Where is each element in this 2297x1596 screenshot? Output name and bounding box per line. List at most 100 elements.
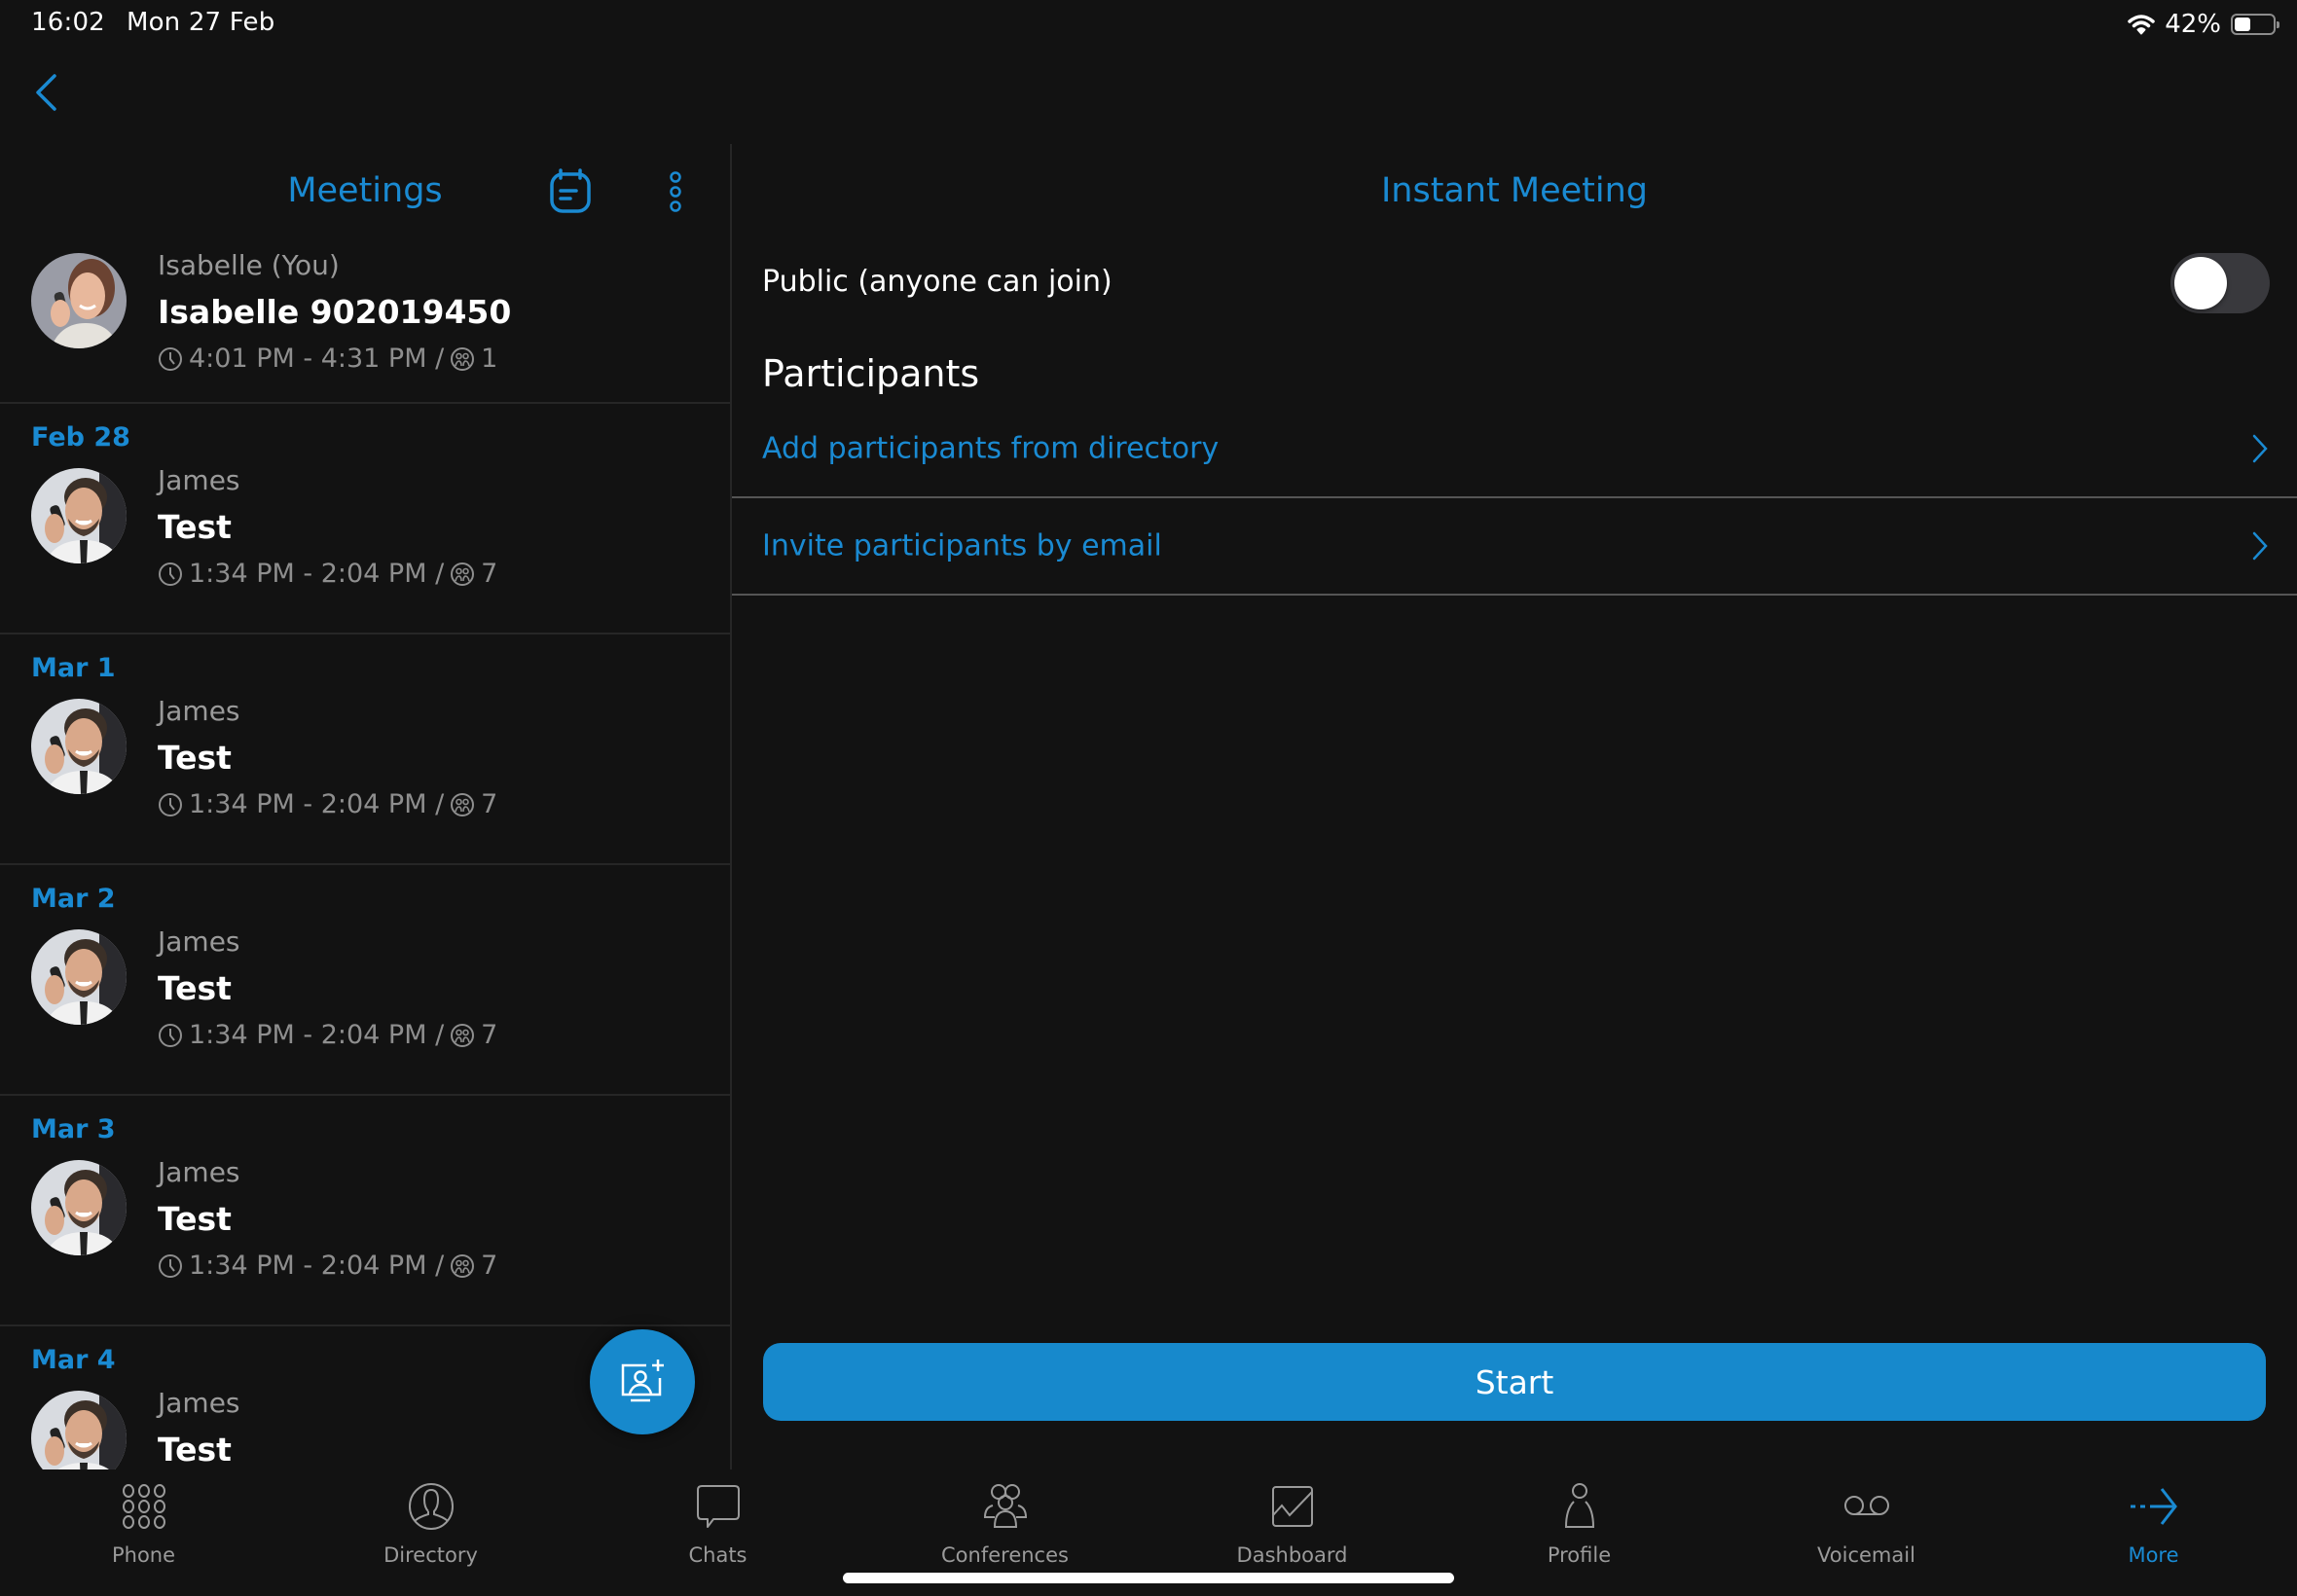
tab-label: Chats xyxy=(688,1543,747,1567)
battery-level xyxy=(2235,18,2250,31)
chat-bubble-icon xyxy=(693,1481,744,1532)
meeting-item-text: Isabelle (You) Isabelle 902019450 4:01 P… xyxy=(158,245,511,380)
participants-header: Participants xyxy=(762,352,980,395)
meeting-item[interactable]: James Test 1:34 PM - 2:04 PM / 7 xyxy=(0,918,730,1096)
avatar-james xyxy=(31,1160,127,1255)
meeting-time: 4:01 PM - 4:31 PM / xyxy=(189,344,445,374)
meeting-item[interactable]: James Test 1:34 PM - 2:04 PM / 7 xyxy=(0,687,730,865)
add-participants-label: Add participants from directory xyxy=(762,431,1220,466)
tab-profile[interactable]: Profile xyxy=(1436,1469,1723,1596)
date-header: Mar 2 xyxy=(31,884,116,914)
new-meeting-fab[interactable] xyxy=(590,1329,695,1434)
instant-meeting-title: Instant Meeting xyxy=(1380,171,1649,210)
tab-chats[interactable]: Chats xyxy=(574,1469,861,1596)
battery-icon xyxy=(2231,14,2279,35)
meeting-meta: 1:34 PM - 2:04 PM / 7 xyxy=(158,554,497,595)
chevron-left-icon xyxy=(36,74,56,111)
meeting-time: 1:34 PM - 2:04 PM / xyxy=(189,1020,445,1050)
meeting-title: Test xyxy=(158,1200,232,1238)
tab-directory[interactable]: Directory xyxy=(287,1469,574,1596)
meetings-title: Meetings xyxy=(287,171,443,210)
meeting-participant-count: 7 xyxy=(481,1020,498,1050)
meeting-group: Mar 3 James Test 1:34 PM - 2:04 PM / 7 xyxy=(0,1096,730,1326)
meeting-owner: James xyxy=(158,925,240,958)
meetings-pane: Meetings Isabelle (You) Isabelle 9020194… xyxy=(0,144,730,1469)
tab-phone[interactable]: Phone xyxy=(0,1469,287,1596)
meeting-meta: 1:34 PM - 2:04 PM / 7 xyxy=(158,784,497,825)
home-indicator[interactable] xyxy=(843,1573,1454,1583)
avatar-james xyxy=(31,468,127,563)
date-header: Feb 28 xyxy=(31,422,130,453)
meeting-time: 1:34 PM - 2:04 PM / xyxy=(189,1251,445,1281)
participants-icon xyxy=(451,1024,475,1047)
meeting-meta: 4:01 PM - 4:31 PM / 1 xyxy=(158,339,511,380)
meeting-meta: 1:34 PM - 2:04 PM / 7 xyxy=(158,1015,497,1056)
invite-email-label: Invite participants by email xyxy=(762,528,1162,563)
back-button[interactable] xyxy=(29,68,68,117)
meeting-time: 1:34 PM - 2:04 PM / xyxy=(189,789,445,819)
meeting-group: Mar 2 James Test 1:34 PM - 2:04 PM / 7 xyxy=(0,865,730,1096)
tab-voicemail[interactable]: Voicemail xyxy=(1723,1469,2010,1596)
add-participants-directory-row[interactable]: Add participants from directory xyxy=(732,401,2297,498)
start-button[interactable]: Start xyxy=(763,1343,2266,1421)
meeting-participant-count: 7 xyxy=(481,1251,498,1281)
wifi-icon xyxy=(2128,15,2155,35)
calendar-icon xyxy=(550,168,591,213)
meeting-item-text: JamesTest1:34 PM - 2:04 PM /7 xyxy=(158,1383,497,1469)
meeting-item-text: James Test 1:34 PM - 2:04 PM / 7 xyxy=(158,1152,497,1287)
status-time: 16:02 xyxy=(31,8,105,37)
toggle-knob xyxy=(2174,257,2227,309)
avatar-james xyxy=(31,699,127,794)
participants-icon xyxy=(451,1254,475,1278)
meeting-participant-count: 7 xyxy=(481,559,498,589)
tab-label: Directory xyxy=(383,1543,478,1567)
pane-divider xyxy=(730,144,732,1469)
status-bar-right: 42% xyxy=(2128,10,2279,39)
meeting-owner: James xyxy=(158,695,240,727)
tab-more[interactable]: More xyxy=(2010,1469,2297,1596)
vertical-dots-icon xyxy=(670,171,681,212)
participants-icon xyxy=(451,347,475,371)
add-video-meeting-icon xyxy=(621,1360,664,1402)
meeting-owner: James xyxy=(158,1387,240,1419)
public-toggle[interactable] xyxy=(2170,253,2270,313)
battery-percent: 42% xyxy=(2165,10,2221,39)
meeting-title: Isabelle 902019450 xyxy=(158,293,512,331)
meeting-owner: James xyxy=(158,464,240,496)
avatar-james xyxy=(31,1391,127,1469)
clock-icon xyxy=(159,1024,182,1047)
public-label: Public (anyone can join) xyxy=(762,265,1112,299)
clock-icon xyxy=(159,793,182,816)
status-bar-left: 16:02 Mon 27 Feb xyxy=(31,8,274,37)
date-header: Mar 1 xyxy=(31,653,116,683)
meeting-item[interactable]: James Test 1:34 PM - 2:04 PM / 7 xyxy=(0,456,730,635)
chevron-right-icon xyxy=(2252,434,2268,463)
more-options-button[interactable] xyxy=(662,167,689,216)
meeting-title: Test xyxy=(158,1431,232,1469)
status-date: Mon 27 Feb xyxy=(126,8,275,37)
meeting-participant-count: 7 xyxy=(481,789,498,819)
calendar-button[interactable] xyxy=(547,167,594,214)
clock-icon xyxy=(159,1254,182,1278)
meeting-item[interactable]: James Test 1:34 PM - 2:04 PM / 7 xyxy=(0,1148,730,1326)
voicemail-icon xyxy=(1841,1481,1892,1532)
meeting-owner: James xyxy=(158,1156,240,1188)
clock-icon xyxy=(159,562,182,586)
dialpad-icon xyxy=(119,1481,169,1532)
avatar-james xyxy=(31,929,127,1025)
participants-icon xyxy=(451,562,475,586)
meeting-group: Feb 28 James Test 1:34 PM - 2:04 PM / 7 xyxy=(0,404,730,635)
invite-by-email-row[interactable]: Invite participants by email xyxy=(732,498,2297,596)
clock-icon xyxy=(159,347,182,371)
tab-label: Voicemail xyxy=(1817,1543,1915,1567)
tab-label: Profile xyxy=(1547,1543,1612,1567)
meeting-time: 1:34 PM - 2:04 PM / xyxy=(189,559,445,589)
chevron-right-icon xyxy=(2252,531,2268,561)
tab-label: Dashboard xyxy=(1236,1543,1348,1567)
meeting-item-current[interactable]: Isabelle (You) Isabelle 902019450 4:01 P… xyxy=(0,241,730,404)
tab-label: More xyxy=(2128,1543,2179,1567)
meeting-title: Test xyxy=(158,969,232,1007)
meeting-owner: Isabelle (You) xyxy=(158,249,340,281)
date-header: Mar 3 xyxy=(31,1114,116,1144)
meeting-title: Test xyxy=(158,508,232,546)
